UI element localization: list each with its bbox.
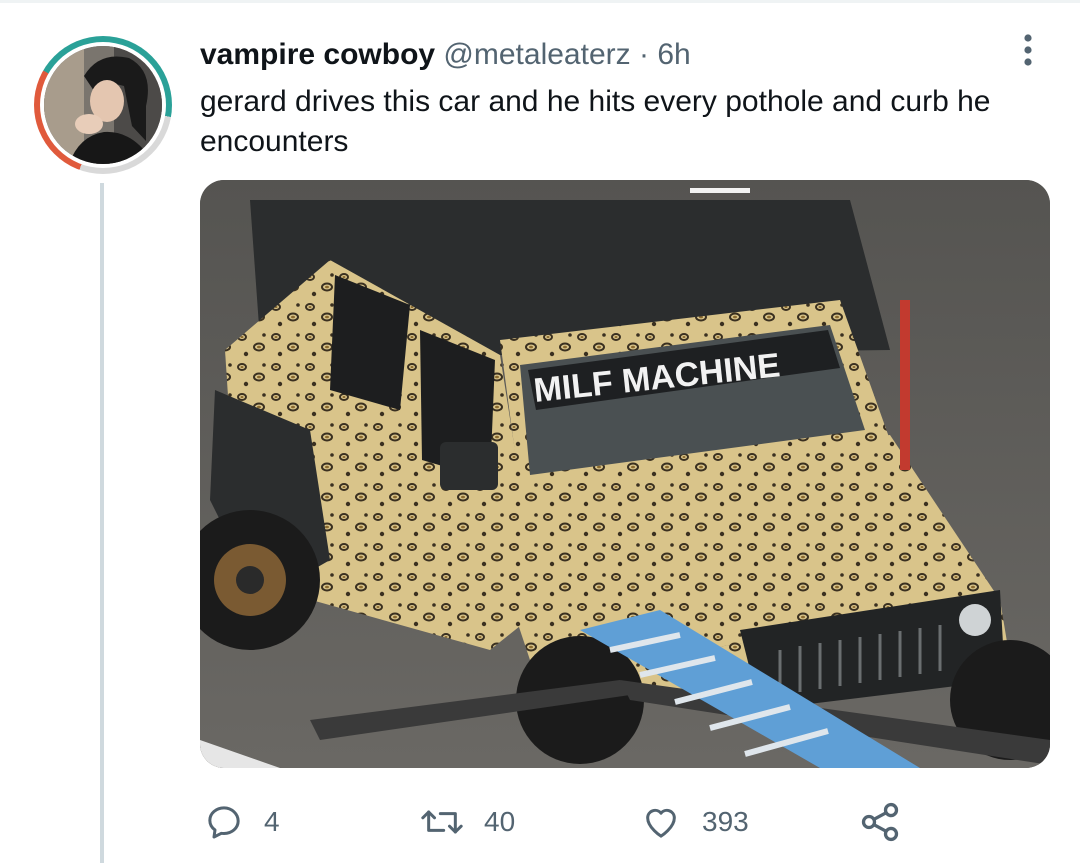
avatar[interactable] — [34, 36, 172, 174]
retweet-arrows-icon — [421, 810, 463, 834]
avatar-photo — [44, 46, 162, 164]
like-button[interactable]: 393 — [640, 792, 749, 852]
reply-bubble-icon — [208, 806, 240, 839]
reply-button[interactable]: 4 — [204, 792, 280, 852]
tweet-action-bar: 4 40 393 — [200, 792, 960, 852]
author-handle[interactable]: @metaleaterz — [443, 38, 630, 71]
heart-icon — [646, 808, 676, 838]
like-count: 393 — [702, 806, 749, 837]
tweet-timestamp[interactable]: 6h — [657, 38, 690, 71]
share-icon — [861, 802, 899, 842]
retweet-button[interactable]: 40 — [420, 792, 515, 852]
share-button[interactable] — [858, 792, 902, 852]
author-name[interactable]: vampire cowboy — [200, 38, 435, 71]
tweet-header: vampire cowboy @metaleaterz · 6h — [200, 36, 691, 74]
separator-dot: · — [638, 38, 649, 71]
more-vertical-icon[interactable] — [1014, 30, 1042, 70]
top-divider — [0, 0, 1080, 3]
tweet-text: gerard drives this car and he hits every… — [200, 85, 991, 158]
retweet-count: 40 — [484, 806, 516, 837]
avatar-frame — [40, 42, 166, 168]
reply-count: 4 — [264, 806, 280, 837]
thread-line — [100, 183, 104, 863]
tweet-media-photo[interactable]: MILF MACHINE — [200, 180, 1050, 768]
